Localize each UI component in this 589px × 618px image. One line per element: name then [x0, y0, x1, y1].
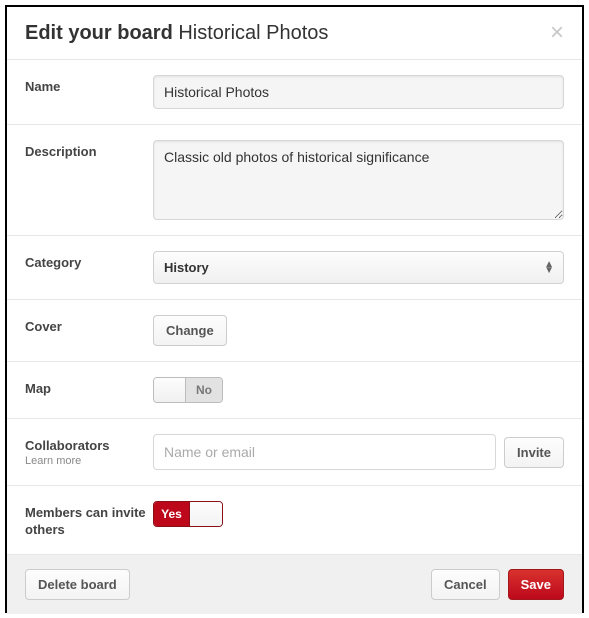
label-collaborators-text: Collaborators: [25, 438, 110, 453]
invite-button[interactable]: Invite: [504, 437, 564, 468]
members-invite-toggle[interactable]: Yes: [153, 501, 223, 527]
label-collaborators: Collaborators Learn more: [25, 434, 153, 467]
category-select[interactable]: History: [153, 251, 564, 284]
delete-board-button[interactable]: Delete board: [25, 569, 130, 600]
modal-title-boardname: Historical Photos: [178, 22, 328, 44]
label-category: Category: [25, 251, 153, 270]
map-toggle-label: No: [186, 378, 222, 402]
row-description: Description Classic old photos of histor…: [7, 125, 582, 236]
cancel-button[interactable]: Cancel: [431, 569, 500, 600]
save-button[interactable]: Save: [508, 569, 564, 600]
modal-title-bold: Edit your board: [25, 22, 173, 44]
label-name: Name: [25, 75, 153, 94]
map-toggle[interactable]: No: [153, 377, 223, 403]
collaborator-input[interactable]: [153, 434, 496, 470]
members-invite-toggle-label: Yes: [154, 502, 190, 526]
label-members-invite: Members can invite others: [25, 501, 153, 539]
toggle-knob: [190, 502, 222, 526]
row-name: Name: [7, 60, 582, 125]
row-map: Map No: [7, 362, 582, 419]
edit-board-modal: Edit your board Historical Photos × Name…: [5, 5, 584, 613]
label-map: Map: [25, 377, 153, 396]
label-description: Description: [25, 140, 153, 159]
modal-footer: Delete board Cancel Save: [7, 555, 582, 614]
toggle-knob: [154, 378, 186, 402]
close-icon[interactable]: ×: [550, 21, 564, 45]
row-cover: Cover Change: [7, 300, 582, 362]
change-cover-button[interactable]: Change: [153, 315, 227, 346]
learn-more-link[interactable]: Learn more: [25, 455, 153, 467]
modal-header: Edit your board Historical Photos ×: [7, 7, 582, 60]
modal-title: Edit your board Historical Photos: [25, 22, 328, 45]
row-members-invite: Members can invite others Yes: [7, 486, 582, 555]
description-input[interactable]: Classic old photos of historical signifi…: [153, 140, 564, 220]
row-collaborators: Collaborators Learn more Invite: [7, 419, 582, 486]
name-input[interactable]: [153, 75, 564, 109]
row-category: Category History ▲▼: [7, 236, 582, 300]
label-cover: Cover: [25, 315, 153, 334]
